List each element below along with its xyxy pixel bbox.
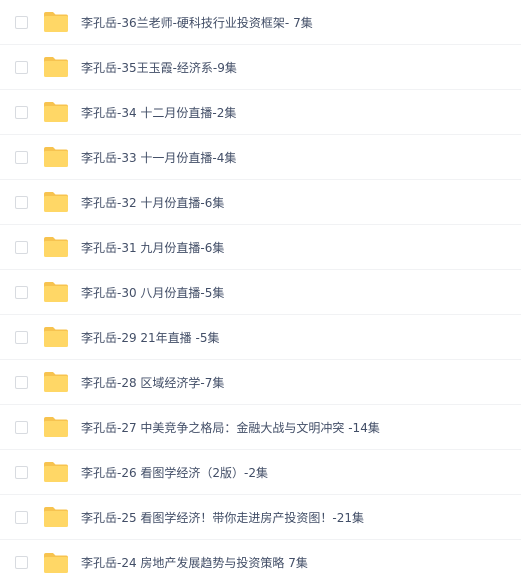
checkbox[interactable] [15,556,28,569]
folder-icon [43,236,69,258]
folder-icon [43,56,69,78]
list-item[interactable]: 李孔岳-32 十月份直播-6集 [0,180,521,225]
list-item[interactable]: 李孔岳-25 看图学经济！带你走进房产投资图！-21集 [0,495,521,540]
folder-icon [43,11,69,33]
folder-icon [43,552,69,574]
file-name[interactable]: 李孔岳-35王玉霞-经济系-9集 [81,59,237,76]
folder-icon [43,461,69,483]
checkbox[interactable] [15,510,28,524]
folder-icon [43,191,69,213]
list-item[interactable]: 李孔岳-36兰老师-硬科技行业投资框架- 7集 [0,0,521,45]
list-item[interactable]: 李孔岳-33 十一月份直播-4集 [0,135,521,180]
file-name[interactable]: 李孔岳-31 九月份直播-6集 [81,239,224,256]
file-name[interactable]: 李孔岳-36兰老师-硬科技行业投资框架- 7集 [81,14,313,31]
file-name[interactable]: 李孔岳-34 十二月份直播-2集 [81,104,236,121]
list-item[interactable]: 李孔岳-24 房地产发展趋势与投资策略 7集 [0,540,521,585]
file-name[interactable]: 李孔岳-27 中美竞争之格局：金融大战与文明冲突 -14集 [81,419,380,436]
folder-icon [43,416,69,438]
file-name[interactable]: 李孔岳-32 十月份直播-6集 [81,194,224,211]
file-name[interactable]: 李孔岳-30 八月份直播-5集 [81,284,224,301]
file-name[interactable]: 李孔岳-28 区域经济学-7集 [81,374,224,391]
list-item[interactable]: 李孔岳-26 看图学经济（2版）-2集 [0,450,521,495]
list-item[interactable]: 李孔岳-28 区域经济学-7集 [0,360,521,405]
file-list: 李孔岳-36兰老师-硬科技行业投资框架- 7集 李孔岳-35王玉霞-经济系-9集… [0,0,521,584]
list-item[interactable]: 李孔岳-31 九月份直播-6集 [0,225,521,270]
folder-icon [43,146,69,168]
checkbox[interactable] [15,420,28,434]
checkbox[interactable] [15,285,28,299]
checkbox[interactable] [15,240,28,254]
list-item[interactable]: 李孔岳-30 八月份直播-5集 [0,270,521,315]
checkbox[interactable] [15,105,28,119]
file-name[interactable]: 李孔岳-29 21年直播 -5集 [81,329,219,346]
folder-icon [43,101,69,123]
file-name[interactable]: 李孔岳-33 十一月份直播-4集 [81,149,236,166]
checkbox[interactable] [15,150,28,164]
file-name[interactable]: 李孔岳-25 看图学经济！带你走进房产投资图！-21集 [81,509,364,526]
checkbox[interactable] [15,195,28,209]
list-item[interactable]: 李孔岳-27 中美竞争之格局：金融大战与文明冲突 -14集 [0,405,521,450]
checkbox[interactable] [15,60,28,74]
folder-icon [43,326,69,348]
file-name[interactable]: 李孔岳-26 看图学经济（2版）-2集 [81,464,268,481]
folder-icon [43,371,69,393]
folder-icon [43,281,69,303]
checkbox[interactable] [15,375,28,389]
checkbox[interactable] [15,465,28,479]
folder-icon [43,506,69,528]
list-item[interactable]: 李孔岳-35王玉霞-经济系-9集 [0,45,521,90]
list-item[interactable]: 李孔岳-29 21年直播 -5集 [0,315,521,360]
checkbox[interactable] [15,15,28,29]
file-name[interactable]: 李孔岳-24 房地产发展趋势与投资策略 7集 [81,554,308,571]
list-item[interactable]: 李孔岳-34 十二月份直播-2集 [0,90,521,135]
checkbox[interactable] [15,330,28,344]
